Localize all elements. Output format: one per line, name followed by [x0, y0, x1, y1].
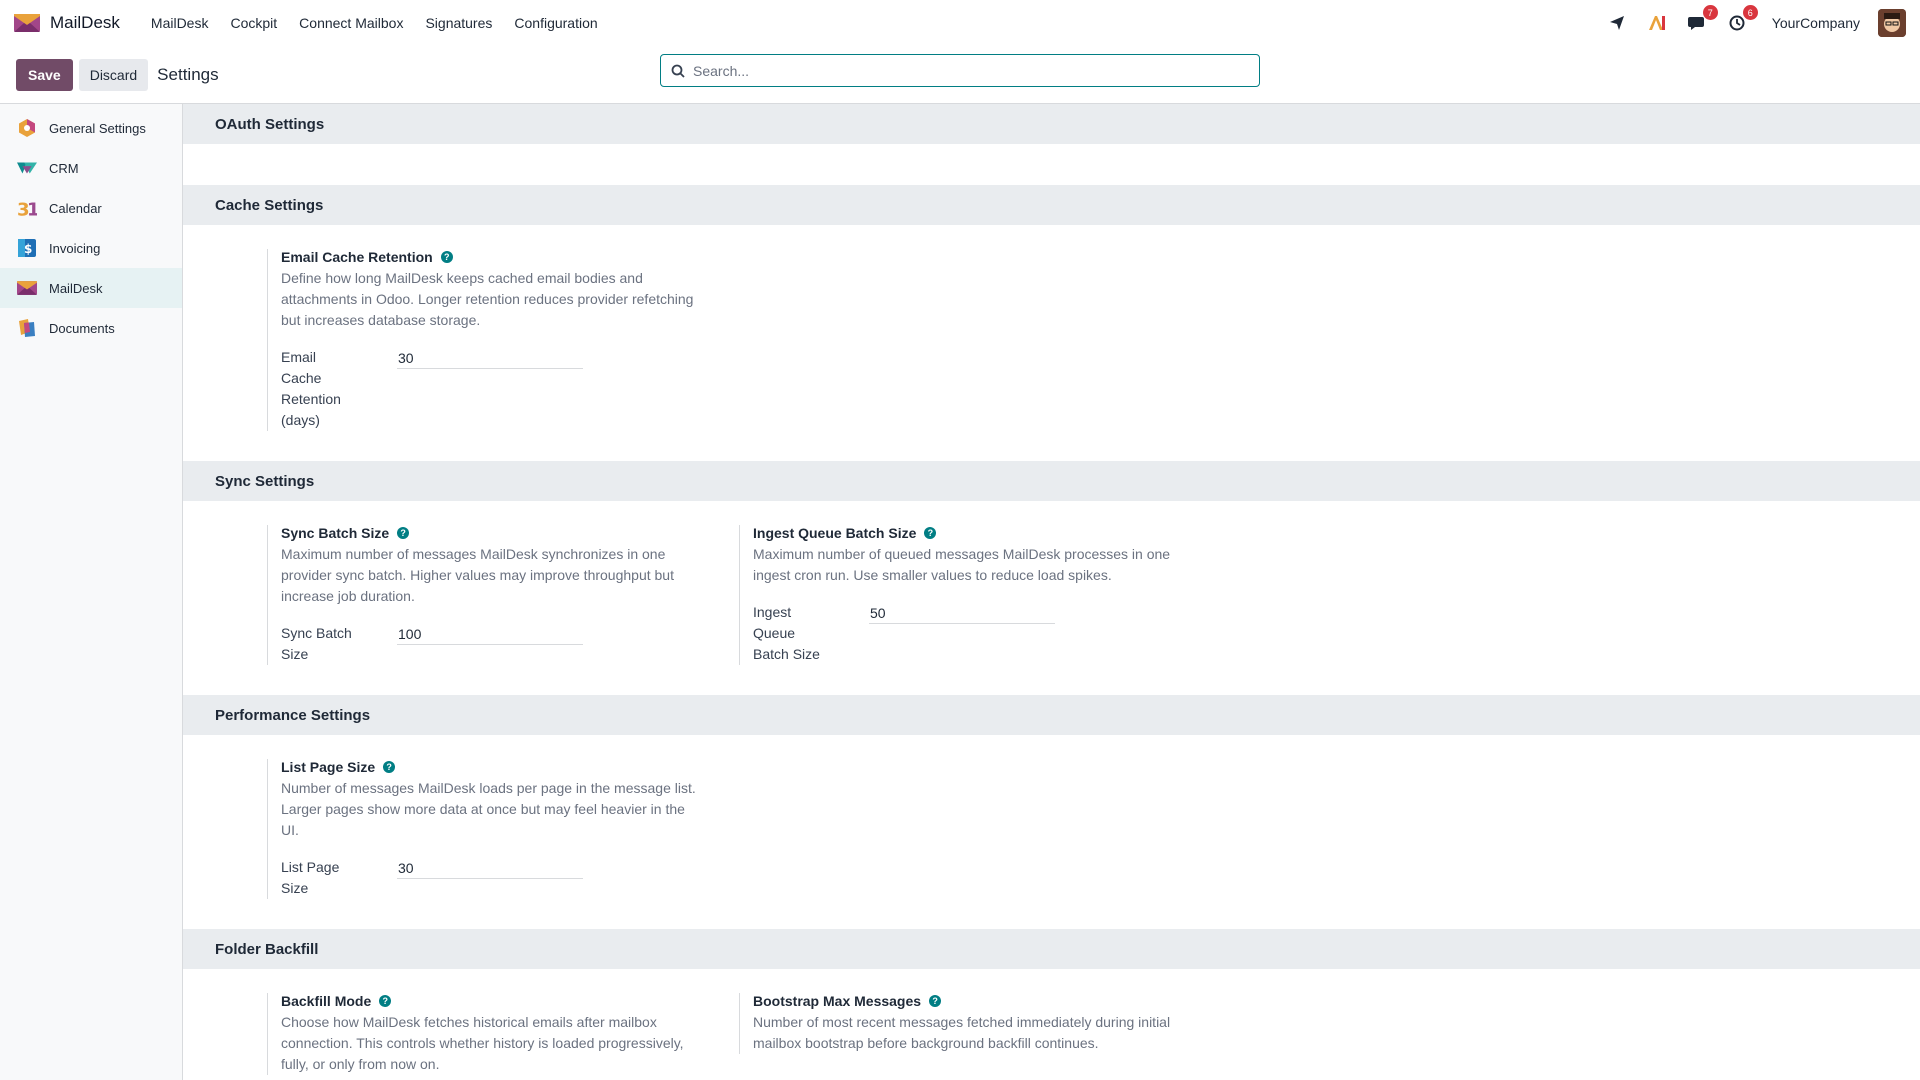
settings-sidebar: General Settings CRM 31 Calendar $ Invoi…	[0, 104, 183, 1080]
sidebar-item-invoicing[interactable]: $ Invoicing	[0, 228, 182, 268]
field-label-text: Email Cache Retention (days)	[281, 349, 341, 428]
setting-title: List Page Size	[281, 759, 376, 775]
control-panel: Save Discard Settings	[0, 46, 1920, 104]
chat-count-badge: 7	[1702, 5, 1718, 20]
setting-bootstrap-max-messages: Bootstrap Max Messages ? Number of most …	[739, 993, 1211, 1080]
menu-item-configuration[interactable]: Configuration	[503, 15, 608, 31]
ingest-queue-batch-size-input[interactable]	[869, 602, 1055, 624]
help-icon[interactable]: ?	[924, 527, 937, 539]
field-label: Ingest Queue Batch Size	[753, 602, 869, 665]
company-switcher[interactable]: YourCompany	[1772, 15, 1860, 31]
list-page-size-input[interactable]	[397, 857, 583, 879]
help-icon[interactable]: ?	[397, 527, 410, 539]
section-header-cache: Cache Settings	[183, 185, 1920, 225]
menu-item-signatures[interactable]: Signatures	[414, 15, 503, 31]
chat-icon[interactable]: 7	[1686, 5, 1718, 34]
field-label: List Page Size	[281, 857, 397, 899]
help-icon[interactable]: ?	[383, 761, 396, 773]
setting-description: Maximum number of queued messages MailDe…	[753, 546, 1171, 583]
main-menu: MailDesk Cockpit Connect Mailbox Signatu…	[140, 15, 609, 31]
sidebar-item-maildesk[interactable]: MailDesk	[0, 268, 182, 308]
page-title: Settings	[157, 64, 219, 84]
maildesk-icon	[17, 278, 37, 298]
sync-batch-size-input[interactable]	[397, 623, 583, 645]
menu-item-maildesk[interactable]: MailDesk	[140, 15, 220, 31]
section-header-oauth: OAuth Settings	[183, 104, 1920, 144]
help-icon[interactable]: ?	[440, 251, 453, 263]
menu-item-connect-mailbox[interactable]: Connect Mailbox	[288, 15, 414, 31]
help-icon[interactable]: ?	[379, 995, 392, 1007]
paper-plane-icon[interactable]	[1606, 12, 1628, 34]
setting-description: Choose how MailDesk fetches historical e…	[281, 1014, 684, 1072]
svg-text:$: $	[24, 242, 32, 256]
save-button[interactable]: Save	[16, 58, 73, 91]
setting-description: Number of messages MailDesk loads per pa…	[281, 780, 696, 838]
settings-content: OAuth Settings Cache Settings Email Cach…	[183, 104, 1920, 1080]
setting-backfill-mode: Backfill Mode ? Choose how MailDesk fetc…	[267, 993, 739, 1080]
sync-section-body: Sync Batch Size ? Maximum number of mess…	[183, 501, 1920, 695]
field-row: List Page Size	[281, 857, 699, 899]
sidebar-item-label: CRM	[49, 160, 79, 176]
search-icon	[671, 64, 685, 78]
help-icon[interactable]: ?	[929, 995, 942, 1007]
section-header-folder-backfill: Folder Backfill	[183, 929, 1920, 969]
field-label: Sync Batch Size	[281, 623, 397, 665]
setting-title: Bootstrap Max Messages	[753, 993, 922, 1009]
setting-description: Number of most recent messages fetched i…	[753, 1014, 1171, 1051]
search-input[interactable]	[693, 62, 1249, 79]
app-brand[interactable]: MailDesk	[14, 13, 120, 33]
section-header-performance: Performance Settings	[183, 695, 1920, 735]
documents-icon	[17, 318, 37, 338]
menu-item-cockpit[interactable]: Cockpit	[219, 15, 288, 31]
maildesk-logo-icon	[14, 14, 40, 32]
setting-email-cache-retention: Email Cache Retention ? Define how long …	[267, 249, 739, 461]
field-label-text: Ingest Queue Batch Size	[753, 604, 820, 662]
field-row: Email Cache Retention (days)	[281, 347, 699, 431]
discard-button[interactable]: Discard	[78, 58, 149, 91]
sidebar-item-label: Calendar	[49, 200, 102, 216]
setting-description: Maximum number of messages MailDesk sync…	[281, 546, 674, 604]
field-label: Email Cache Retention (days)	[281, 347, 397, 431]
sidebar-item-label: Documents	[49, 320, 115, 336]
sidebar-item-calendar[interactable]: 31 Calendar	[0, 188, 182, 228]
backfill-section-body: Backfill Mode ? Choose how MailDesk fetc…	[183, 969, 1920, 1080]
calendar-icon: 31	[17, 198, 37, 218]
setting-list-page-size: List Page Size ? Number of messages Mail…	[267, 759, 739, 929]
email-cache-retention-input[interactable]	[397, 347, 583, 369]
brand-name: MailDesk	[50, 13, 120, 32]
ai-icon[interactable]	[1646, 12, 1668, 34]
performance-section-body: List Page Size ? Number of messages Mail…	[183, 735, 1920, 929]
field-row: Ingest Queue Batch Size	[753, 602, 1171, 665]
sidebar-item-crm[interactable]: CRM	[0, 148, 182, 188]
sidebar-item-general-settings[interactable]: General Settings	[0, 108, 182, 148]
user-avatar[interactable]	[1878, 9, 1906, 37]
activity-clock-icon[interactable]: 6	[1726, 5, 1758, 34]
navbar-systray: 7 6 YourCompany	[1606, 5, 1906, 37]
invoicing-icon: $	[17, 238, 37, 258]
setting-title: Sync Batch Size	[281, 525, 390, 541]
setting-sync-batch-size: Sync Batch Size ? Maximum number of mess…	[267, 525, 739, 695]
field-label-text: Sync Batch Size	[281, 625, 352, 662]
section-header-sync: Sync Settings	[183, 461, 1920, 501]
crm-icon	[17, 158, 37, 178]
field-row: Sync Batch Size	[281, 623, 699, 665]
cache-section-body: Email Cache Retention ? Define how long …	[183, 225, 1920, 461]
setting-title: Email Cache Retention	[281, 249, 433, 265]
settings-search[interactable]	[660, 54, 1260, 87]
general-settings-icon	[17, 118, 37, 138]
setting-description: Define how long MailDesk keeps cached em…	[281, 270, 694, 328]
setting-title: Ingest Queue Batch Size	[753, 525, 917, 541]
activity-count-badge: 6	[1742, 5, 1758, 20]
top-navbar: MailDesk MailDesk Cockpit Connect Mailbo…	[0, 0, 1920, 46]
field-label-text: List Page Size	[281, 859, 340, 896]
sidebar-item-label: MailDesk	[49, 280, 103, 296]
setting-title: Backfill Mode	[281, 993, 372, 1009]
setting-ingest-queue-batch-size: Ingest Queue Batch Size ? Maximum number…	[739, 525, 1211, 695]
svg-text:1: 1	[27, 199, 37, 218]
sidebar-item-label: Invoicing	[49, 240, 101, 256]
oauth-section-body	[183, 144, 1920, 185]
sidebar-item-documents[interactable]: Documents	[0, 308, 182, 348]
sidebar-item-label: General Settings	[49, 120, 146, 136]
